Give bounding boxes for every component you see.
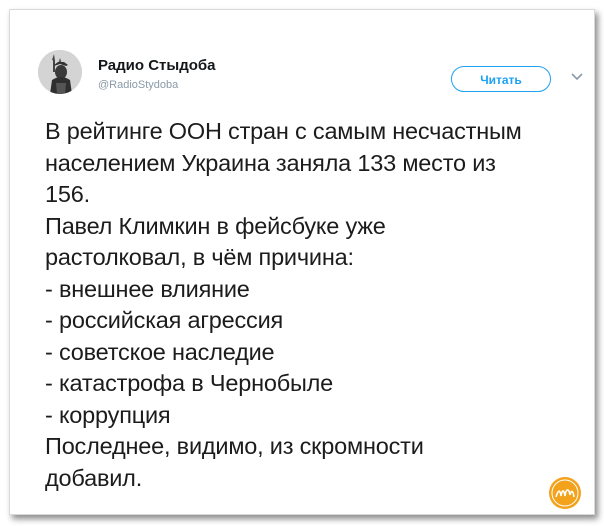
- tweet-text: В рейтинге ООН стран с самым несчастным …: [45, 116, 595, 494]
- statue-of-liberty-avatar-icon: [38, 50, 82, 94]
- profile-avatar[interactable]: [38, 50, 82, 94]
- tweet-line: Последнее, видимо, из скромности: [45, 433, 424, 459]
- tweet-line: В рейтинге ООН стран с самым несчастным: [45, 118, 522, 144]
- tweet-line: населением Украина заняла 133 место из: [45, 149, 496, 176]
- account-handle[interactable]: @RadioStydoba: [98, 79, 178, 91]
- nika-logo-watermark-icon: [549, 477, 581, 509]
- tweet-line: 156.: [45, 181, 90, 207]
- tweet-line: Павел Климкин в фейсбуке уже: [45, 212, 386, 239]
- tweet-line: - коррупция: [45, 401, 171, 428]
- tweet-line: растолковал, в чём причина:: [45, 244, 354, 270]
- tweet-line: - внешнее влияние: [45, 275, 250, 302]
- tweet-line: - российская агрессия: [45, 307, 284, 333]
- display-name[interactable]: Радио Стыдоба: [98, 57, 216, 74]
- follow-button[interactable]: Читать: [451, 66, 551, 92]
- tweet-line: - советское наследие: [45, 338, 275, 365]
- chevron-down-icon[interactable]: [570, 70, 584, 84]
- tweet-line: - катастрофа в Чернобыле: [45, 370, 334, 396]
- tweet-card: Радио Стыдоба @RadioStydoba Читать В рей…: [9, 9, 595, 515]
- tweet-line: добавил.: [45, 464, 143, 491]
